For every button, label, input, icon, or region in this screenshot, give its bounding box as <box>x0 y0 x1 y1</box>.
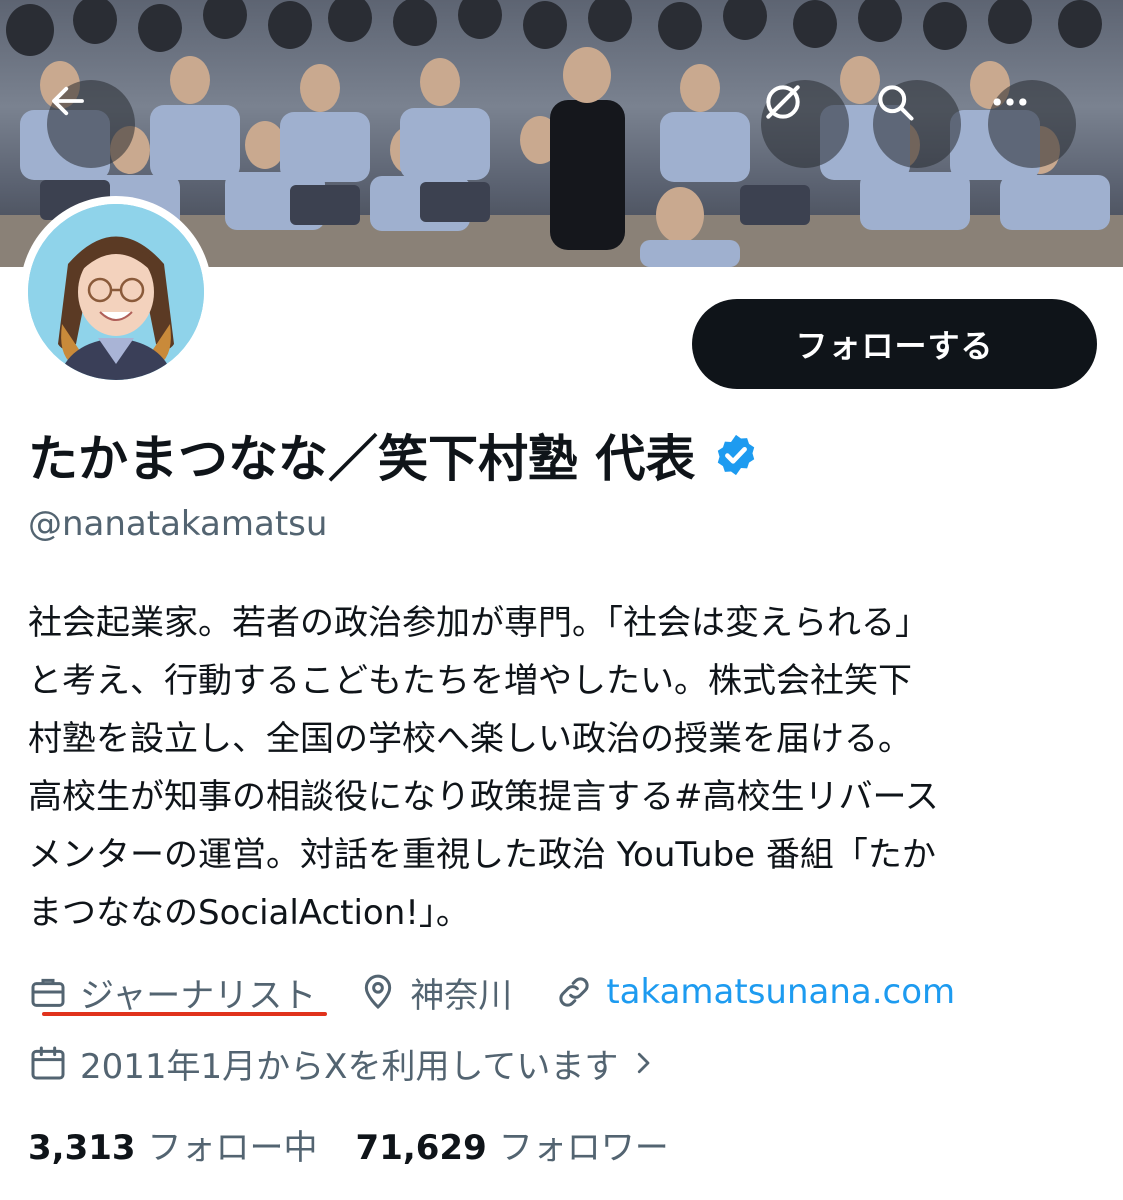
following-stat[interactable]: 3,313 フォロー中 <box>28 1120 318 1169</box>
followers-stat[interactable]: 71,629 フォロワー <box>356 1120 669 1169</box>
verified-badge-icon[interactable] <box>713 432 759 478</box>
calendar-icon <box>31 1046 65 1080</box>
bio-line: 社会起業家。若者の政治参加が専門。「社会は変えられる」 <box>28 603 929 643</box>
joined-row[interactable]: 2011年1月からXを利用しています <box>28 1037 658 1089</box>
website-item[interactable]: takamatsunana.com <box>554 972 955 1012</box>
following-label: フォロー中 <box>147 1127 318 1168</box>
more-horizontal-icon <box>993 98 1027 106</box>
back-button[interactable] <box>47 80 135 168</box>
more-button[interactable] <box>988 80 1076 168</box>
arrow-left-icon <box>52 86 84 116</box>
bio-line[interactable]: 高校生が知事の相談役になり政策提言する#高校生リバース <box>28 768 1108 826</box>
bell-off-icon <box>766 85 800 119</box>
bio-line: 村塾を設立し、全国の学校へ楽しい政治の授業を届ける。 <box>28 719 912 759</box>
avatar-photo <box>28 204 204 380</box>
location-item: 神奈川 <box>358 968 512 1017</box>
annotation-underline <box>42 1012 327 1016</box>
profession-item: ジャーナリスト <box>28 968 316 1017</box>
followers-count: 71,629 <box>355 1127 487 1168</box>
bio: 社会起業家。若者の政治参加が専門。「社会は変えられる」 と考え、行動するこどもた… <box>28 594 1108 942</box>
chevron-right-icon <box>638 1052 650 1074</box>
notifications-button[interactable] <box>761 80 849 168</box>
link-icon <box>559 977 589 1007</box>
location-label: 神奈川 <box>410 975 513 1016</box>
bio-line: メンターの運営。対話を重視した政治 YouTube 番組「たか <box>28 835 936 875</box>
search-icon <box>878 85 914 121</box>
website-link[interactable]: takamatsunana.com <box>606 972 955 1012</box>
profile-meta-row: ジャーナリスト 神奈川 takamatsunana.com <box>28 966 955 1018</box>
followers-label: フォロワー <box>498 1127 669 1168</box>
following-count: 3,313 <box>28 1127 136 1168</box>
location-pin-icon <box>365 974 392 1010</box>
bio-line: と考え、行動するこどもたちを増やしたい。株式会社笑下 <box>28 661 912 701</box>
profession-label: ジャーナリスト <box>80 975 317 1016</box>
avatar[interactable] <box>20 196 212 388</box>
handle: @nanatakamatsu <box>28 504 328 544</box>
display-name-row: たかまつなな／笑下村塾 代表 <box>28 418 759 492</box>
display-name: たかまつなな／笑下村塾 代表 <box>28 430 696 488</box>
search-button[interactable] <box>873 80 961 168</box>
joined-label: 2011年1月からXを利用しています <box>80 1046 619 1087</box>
bio-line: まつななのSocialAction!」。 <box>28 893 470 933</box>
follow-button[interactable]: フォローする <box>692 299 1097 389</box>
briefcase-icon <box>31 978 65 1007</box>
follow-stats: 3,313 フォロー中 71,629 フォロワー <box>28 1116 669 1172</box>
